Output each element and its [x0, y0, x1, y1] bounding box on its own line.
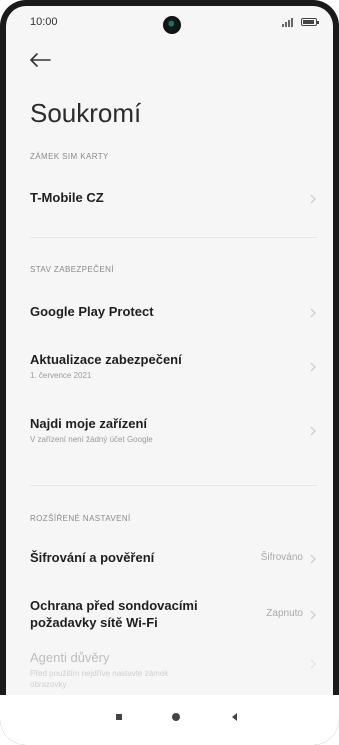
chevron-right-icon	[310, 194, 316, 204]
phone-screen: 10:00 Soukromí ZÁMEK SIM KARTY T-Mobile …	[0, 0, 339, 745]
signal-icon	[282, 17, 296, 27]
front-camera	[163, 16, 181, 34]
row-title: Agenti důvěry	[30, 650, 110, 665]
row-security-update[interactable]: Aktualizace zabezpečení 1. července 2021	[0, 340, 339, 390]
row-play-protect[interactable]: Google Play Protect	[0, 290, 339, 334]
row-subtitle: 1. července 2021	[30, 371, 92, 380]
square-icon[interactable]	[114, 712, 124, 722]
row-wifi-probe[interactable]: Ochrana před sondovacími požadavky sítě …	[0, 588, 339, 640]
row-title: Najdi moje zařízení	[30, 416, 148, 431]
row-title: Šifrování a pověření	[30, 550, 155, 565]
chevron-right-icon	[310, 554, 316, 564]
row-title: T-Mobile CZ	[30, 190, 104, 205]
page-title: Soukromí	[30, 98, 142, 128]
chevron-right-icon	[310, 308, 316, 318]
chevron-right-icon	[310, 362, 316, 372]
battery-icon	[301, 18, 319, 26]
row-subtitle: V zařízení není žádný účet Google	[30, 435, 153, 444]
navigation-bar	[0, 695, 339, 745]
chevron-right-icon	[310, 426, 316, 436]
chevron-right-icon	[310, 659, 316, 669]
row-encryption[interactable]: Šifrování a pověření Šifrováno	[0, 536, 339, 580]
chevron-right-icon	[310, 610, 316, 620]
triangle-left-icon[interactable]	[230, 712, 240, 722]
row-trust-agents: Agenti důvěry Před použitím nejdříve nas…	[0, 644, 339, 694]
row-sim-lock[interactable]: T-Mobile CZ	[0, 176, 339, 220]
row-title: Aktualizace zabezpečení	[30, 352, 182, 367]
section-label-security: STAV ZABEZPEČENÍ	[30, 265, 114, 274]
row-subtitle-line-2: obrazovky	[30, 680, 67, 689]
status-icons	[282, 17, 319, 27]
row-title: Google Play Protect	[30, 304, 154, 319]
arrow-left-icon[interactable]	[28, 50, 52, 70]
row-title-line-1: Ochrana před sondovacími	[30, 598, 198, 613]
row-title-line-2: požadavky sítě Wi-Fi	[30, 615, 158, 630]
circle-icon[interactable]	[170, 712, 182, 724]
section-label-sim: ZÁMEK SIM KARTY	[30, 152, 109, 161]
divider	[30, 485, 317, 486]
section-label-advanced: ROZŠÍŘENÉ NASTAVENÍ	[30, 514, 131, 523]
row-subtitle-line-1: Před použitím nejdříve nastavte zámek	[30, 669, 169, 678]
divider	[30, 237, 317, 238]
wifi-probe-status: Zapnuto	[266, 608, 303, 619]
encryption-status: Šifrováno	[260, 552, 303, 563]
row-find-device[interactable]: Najdi moje zařízení V zařízení není žádn…	[0, 404, 339, 454]
status-time: 10:00	[30, 16, 58, 28]
